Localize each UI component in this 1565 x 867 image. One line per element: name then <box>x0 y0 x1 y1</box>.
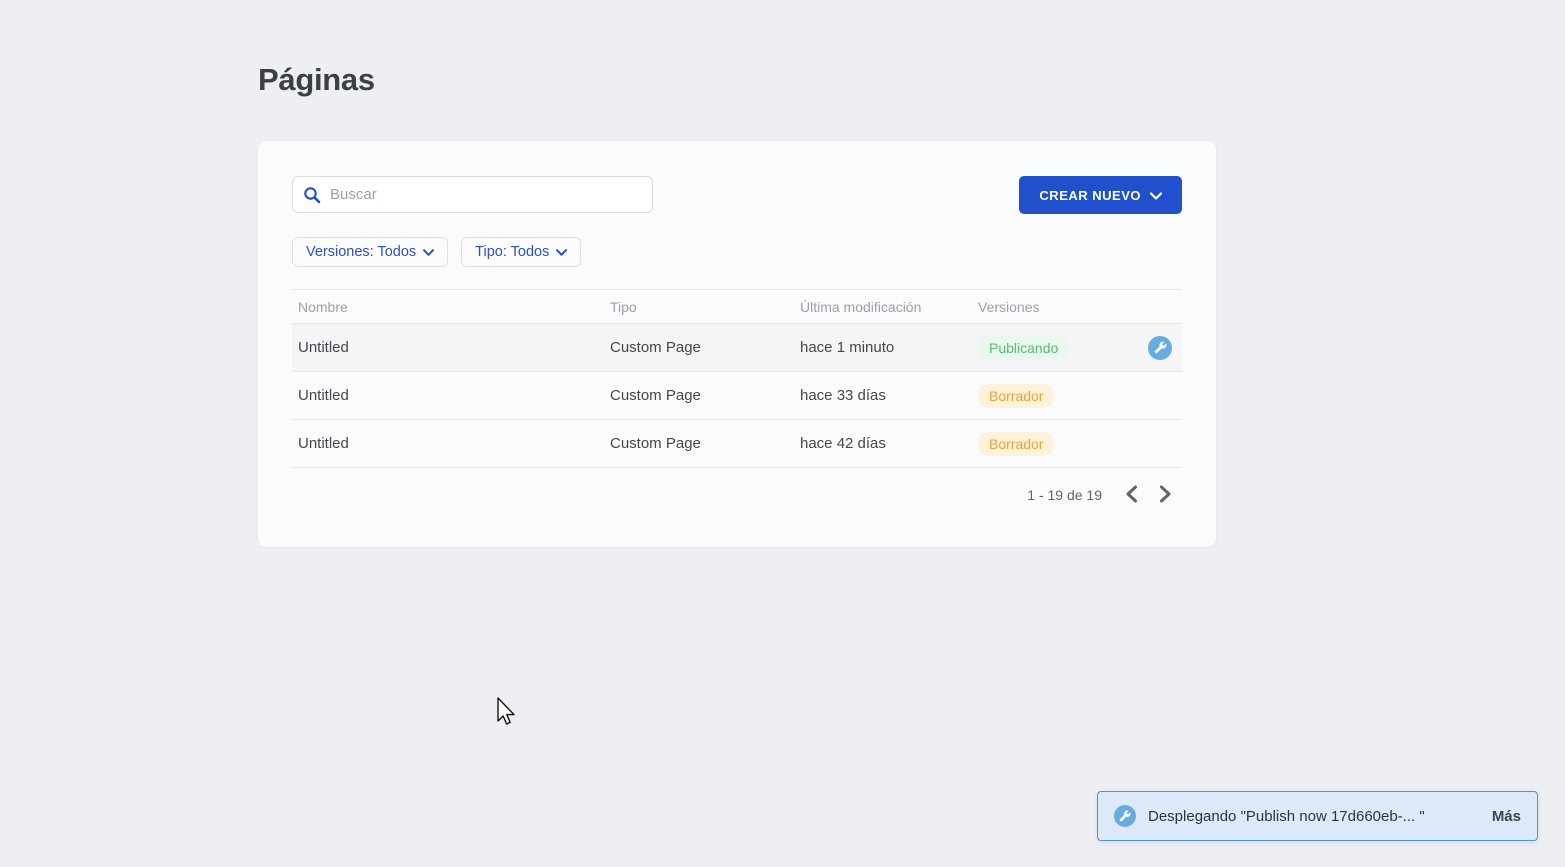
column-header-versions: Versiones <box>972 299 1142 315</box>
cell-name: Untitled <box>292 435 604 452</box>
chevron-left-icon <box>1125 485 1138 506</box>
cell-name: Untitled <box>292 387 604 404</box>
table-header: Nombre Tipo Última modificación Versione… <box>292 289 1182 324</box>
status-badge: Publicando <box>978 336 1069 360</box>
pagination-prev-button[interactable] <box>1114 478 1148 512</box>
toolbar: CREAR NUEVO <box>292 176 1182 214</box>
status-badge: Borrador <box>978 384 1054 408</box>
column-header-name: Nombre <box>292 299 604 315</box>
cell-type: Custom Page <box>604 387 794 404</box>
pages-panel: CREAR NUEVO Versiones: Todos Tipo: Todos <box>258 141 1216 547</box>
filter-type-label: Tipo: Todos <box>475 244 549 260</box>
create-new-button[interactable]: CREAR NUEVO <box>1019 176 1182 214</box>
create-new-label: CREAR NUEVO <box>1039 188 1141 203</box>
pagination-next-button[interactable] <box>1148 478 1182 512</box>
search-box[interactable] <box>292 176 653 213</box>
cell-type: Custom Page <box>604 339 794 356</box>
cell-type: Custom Page <box>604 435 794 452</box>
chevron-right-icon <box>1159 485 1172 506</box>
cell-modified: hace 33 días <box>794 387 972 404</box>
table-row[interactable]: Untitled Custom Page hace 1 minuto Publi… <box>292 324 1182 372</box>
table-row[interactable]: Untitled Custom Page hace 33 días Borrad… <box>292 372 1182 420</box>
chevron-down-icon <box>423 244 434 260</box>
chevron-down-icon <box>1150 188 1162 203</box>
chevron-down-icon <box>556 244 567 260</box>
mouse-cursor <box>495 697 517 732</box>
filter-versions[interactable]: Versiones: Todos <box>292 237 448 267</box>
toast-more-button[interactable]: Más <box>1492 808 1521 825</box>
pagination: 1 - 19 de 19 <box>292 478 1182 512</box>
building-wrench-icon <box>1114 805 1136 827</box>
filters-row: Versiones: Todos Tipo: Todos <box>292 237 1182 267</box>
pages-table: Nombre Tipo Última modificación Versione… <box>292 289 1182 468</box>
filter-type[interactable]: Tipo: Todos <box>461 237 581 267</box>
search-icon <box>303 186 321 204</box>
table-row[interactable]: Untitled Custom Page hace 42 días Borrad… <box>292 420 1182 468</box>
building-wrench-icon <box>1148 336 1172 360</box>
pagination-range: 1 - 19 de 19 <box>1027 487 1102 503</box>
page-title: Páginas <box>258 62 375 98</box>
column-header-modified: Última modificación <box>794 299 972 315</box>
column-header-type: Tipo <box>604 299 794 315</box>
cell-name: Untitled <box>292 339 604 356</box>
status-badge: Borrador <box>978 432 1054 456</box>
search-input[interactable] <box>330 186 642 203</box>
cell-modified: hace 1 minuto <box>794 339 972 356</box>
deploy-toast: Desplegando "Publish now 17d660eb-... " … <box>1097 791 1538 841</box>
cell-modified: hace 42 días <box>794 435 972 452</box>
toast-message: Desplegando "Publish now 17d660eb-... " <box>1148 808 1480 825</box>
filter-versions-label: Versiones: Todos <box>306 244 416 260</box>
